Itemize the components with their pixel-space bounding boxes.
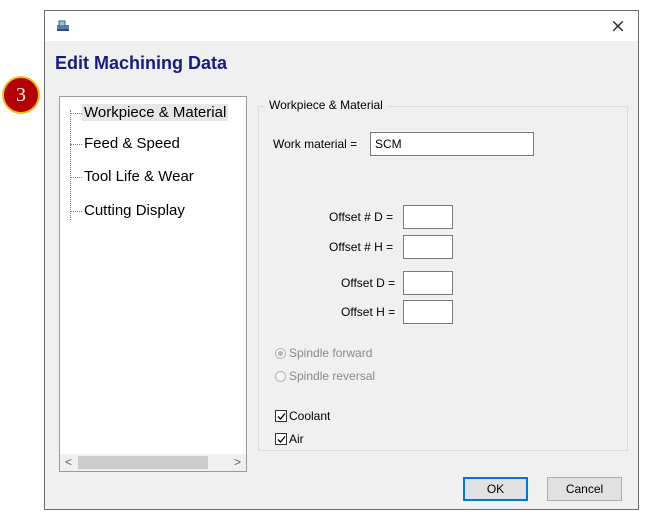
group-title: Workpiece & Material	[265, 98, 387, 112]
offset-num-h-label: Offset # H =	[329, 240, 394, 254]
tree-branch-line	[70, 144, 82, 145]
cancel-button[interactable]: Cancel	[547, 477, 622, 501]
tree-item-label: Tool Life & Wear	[84, 168, 194, 185]
offset-d-label: Offset D =	[341, 276, 396, 290]
ok-button[interactable]: OK	[463, 477, 528, 501]
app-window-icon	[56, 20, 70, 32]
workpiece-material-group: Workpiece & Material Work material = Off…	[258, 98, 628, 451]
tree-item-label: Feed & Speed	[84, 135, 180, 152]
tree-item-workpiece-material[interactable]: Workpiece & Material	[70, 102, 248, 124]
coolant-checkbox[interactable]: Coolant	[275, 409, 330, 423]
tree-item-cutting-display[interactable]: Cutting Display	[70, 200, 248, 222]
tree-item-feed-speed[interactable]: Feed & Speed	[70, 133, 248, 155]
radio-unselected-icon	[275, 370, 286, 382]
coolant-label: Coolant	[289, 409, 331, 423]
offset-h-label: Offset H =	[341, 305, 396, 319]
offset-num-h-input[interactable]	[403, 235, 453, 259]
tree-item-label: Workpiece & Material	[82, 104, 229, 121]
offset-d-input[interactable]	[403, 271, 453, 295]
close-button[interactable]: ×	[598, 11, 638, 41]
work-material-label: Work material =	[273, 137, 358, 151]
offset-h-input[interactable]	[403, 300, 453, 324]
edit-machining-data-dialog: × Edit Machining Data Workpiece & Materi…	[44, 10, 639, 510]
checkmark-icon	[275, 410, 287, 422]
scroll-thumb[interactable]	[78, 456, 208, 469]
spindle-reversal-label: Spindle reversal	[289, 369, 376, 383]
tree-branch-line	[70, 177, 82, 178]
offset-num-d-input[interactable]	[403, 205, 453, 229]
work-material-input[interactable]	[370, 132, 534, 156]
tree-branch-line	[70, 113, 82, 114]
scroll-right-icon[interactable]: >	[229, 454, 246, 471]
air-checkbox[interactable]: Air	[275, 432, 304, 446]
tree-item-label: Cutting Display	[84, 202, 185, 219]
tree-item-tool-life-wear[interactable]: Tool Life & Wear	[70, 166, 248, 188]
offset-num-d-label: Offset # D =	[329, 210, 394, 224]
title-bar: ×	[45, 11, 638, 41]
step-number-badge: 3	[2, 76, 40, 114]
tree-branch-line	[70, 211, 82, 212]
checkmark-icon	[275, 433, 287, 445]
section-tree: Workpiece & Material Feed & Speed Tool L…	[59, 96, 247, 472]
spindle-forward-label: Spindle forward	[289, 346, 373, 360]
horizontal-scrollbar[interactable]: < >	[60, 454, 246, 471]
spindle-reversal-radio[interactable]: Spindle reversal	[275, 369, 375, 383]
air-label: Air	[289, 432, 304, 446]
spindle-forward-radio[interactable]: Spindle forward	[275, 346, 372, 360]
dialog-heading: Edit Machining Data	[55, 53, 228, 73]
scroll-left-icon[interactable]: <	[60, 454, 77, 471]
radio-selected-icon	[275, 347, 286, 359]
